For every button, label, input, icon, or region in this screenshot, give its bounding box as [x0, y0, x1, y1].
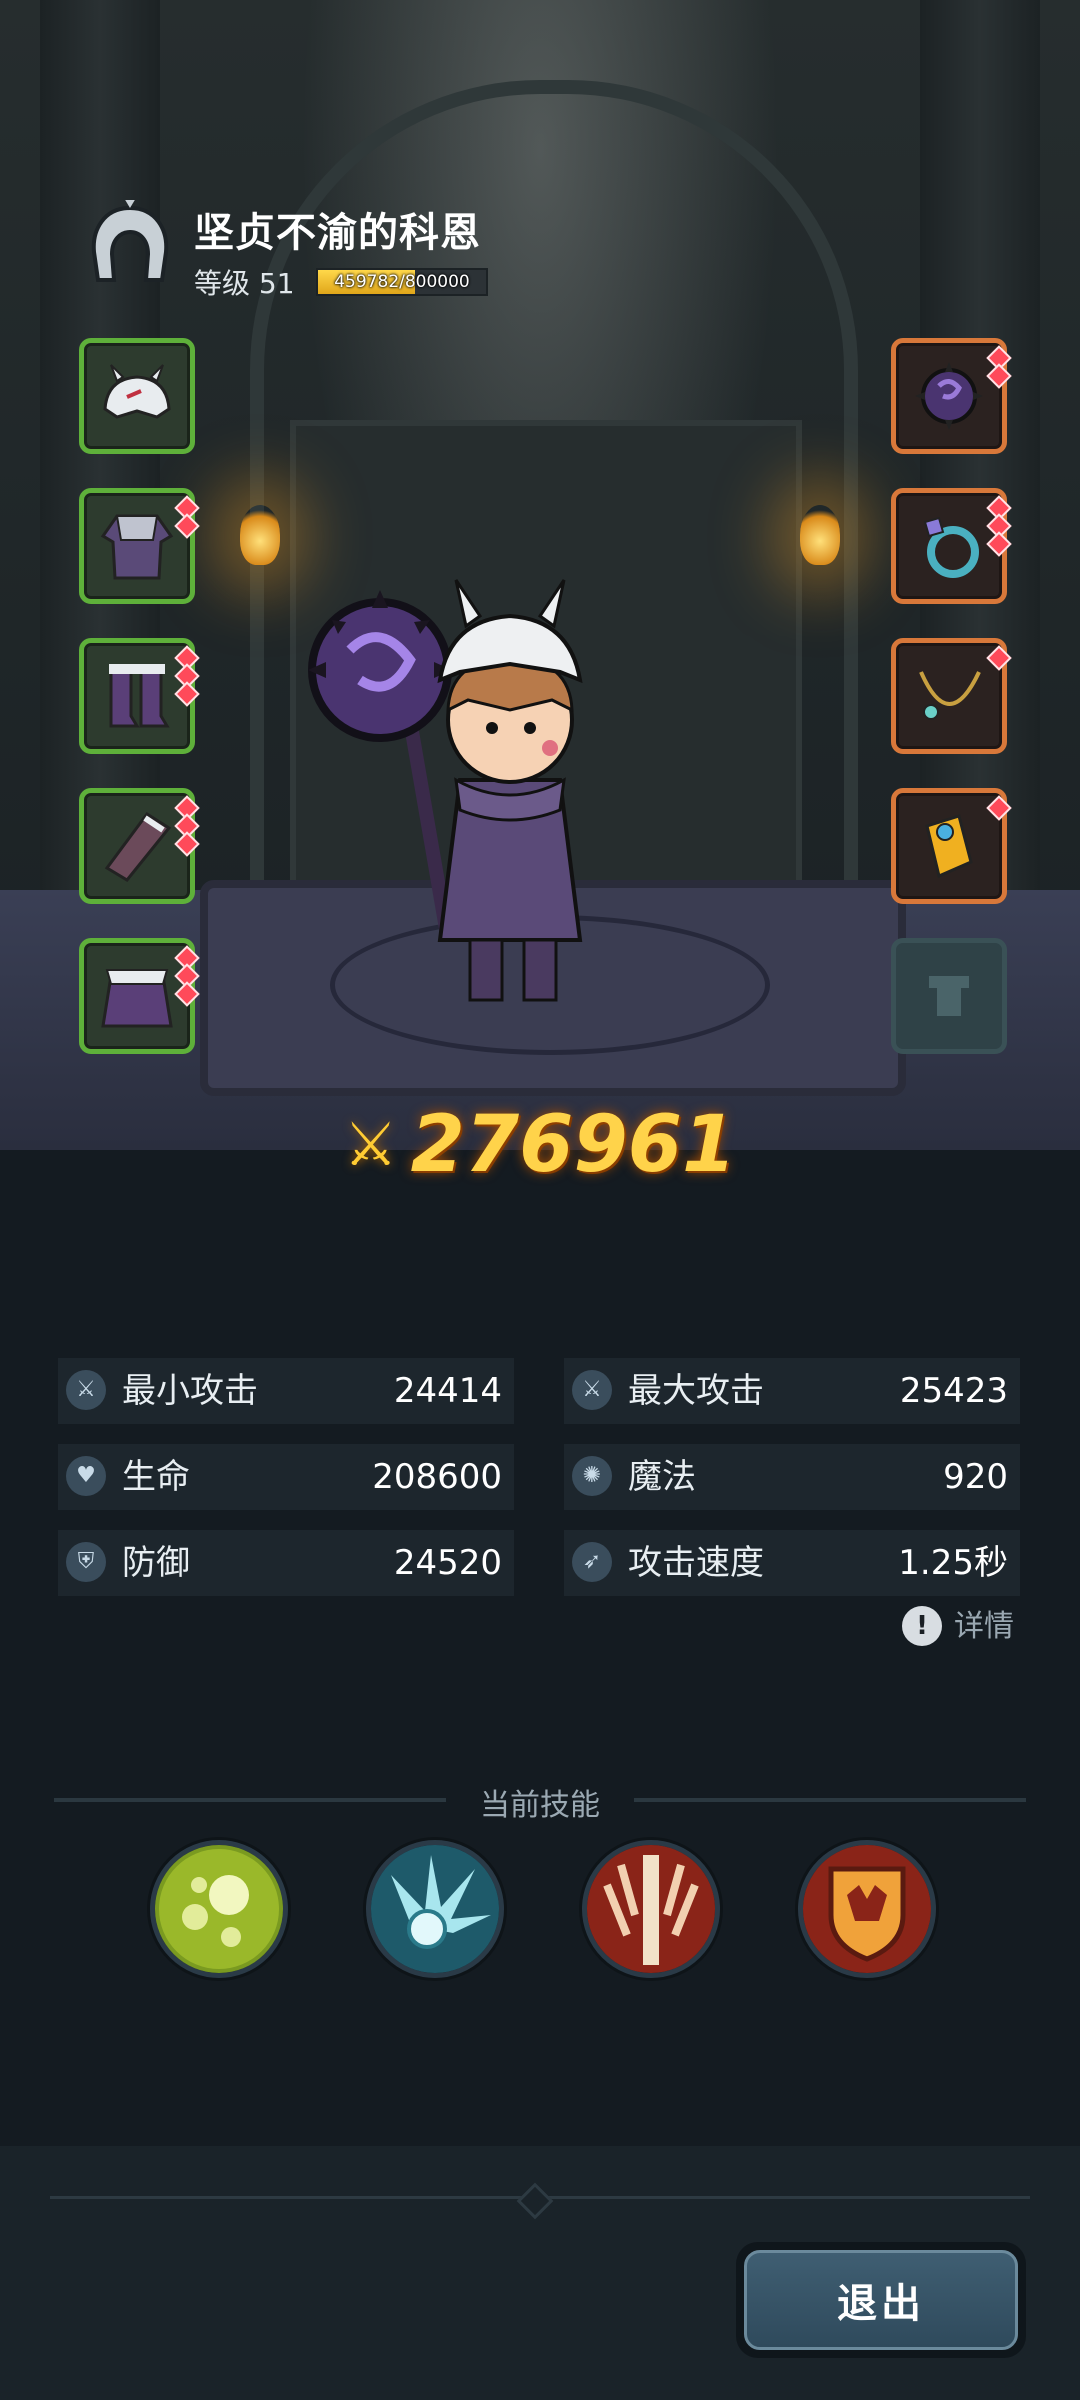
stat-label: 生命 [122, 1457, 190, 1497]
bubbles-skill-icon [155, 1845, 283, 1973]
equip-slot-bracelet[interactable] [891, 788, 1012, 904]
stat-min-attack: ⚔ 最小攻击 24414 [58, 1358, 514, 1424]
skill-slot-4[interactable] [798, 1840, 936, 1978]
details-label: 详情 [954, 1609, 1014, 1644]
equip-slot-armor[interactable] [79, 488, 200, 604]
shield-crest-skill-icon [803, 1845, 931, 1973]
equip-slot-boots[interactable] [79, 638, 200, 754]
equip-slot-ring[interactable] [891, 488, 1012, 604]
stat-label: 最小攻击 [122, 1371, 258, 1411]
stat-attack-speed: ➶ 攻击速度 1.25秒 [564, 1530, 1020, 1596]
stat-value: 24520 [393, 1543, 502, 1583]
class-helmet-icon [91, 200, 169, 282]
torch-right [800, 505, 840, 565]
hero-character [308, 579, 583, 1002]
stat-value: 208600 [372, 1457, 502, 1497]
stat-value: 24414 [393, 1371, 502, 1411]
stat-value: 920 [943, 1457, 1008, 1497]
sword-icon: ⚔ [572, 1370, 612, 1410]
stat-mp: ✺ 魔法 920 [564, 1444, 1020, 1510]
horned-helmet-icon [103, 364, 171, 419]
skill-slot-1[interactable] [150, 1840, 288, 1978]
torch-left [240, 505, 280, 565]
power-value: 276961 [410, 1100, 737, 1190]
heart-icon: ♥ [66, 1456, 106, 1496]
equip-slot-empty[interactable] [891, 938, 1007, 1054]
gauntlet-icon [104, 811, 172, 882]
holy-sword-skill-icon [587, 1845, 715, 1973]
stat-label: 攻击速度 [628, 1543, 764, 1583]
equip-slot-gloves[interactable] [79, 788, 200, 904]
combat-power: ⚔ 276961 [0, 1100, 1080, 1190]
speed-icon: ➶ [572, 1542, 612, 1582]
ring-icon [923, 516, 979, 578]
stat-value: 1.25秒 [898, 1543, 1008, 1583]
stat-defense: ⛨ 防御 24520 [58, 1530, 514, 1596]
stat-label: 防御 [122, 1543, 190, 1583]
stat-value: 25423 [899, 1371, 1008, 1411]
stat-hp: ♥ 生命 208600 [58, 1444, 514, 1510]
exit-label: 退出 [744, 2250, 1018, 2350]
sword-icon: ⚔ [66, 1370, 106, 1410]
stat-label: 最大攻击 [628, 1371, 764, 1411]
skills-title: 当前技能 [480, 1788, 600, 1823]
stat-max-attack: ⚔ 最大攻击 25423 [564, 1358, 1020, 1424]
bracelet-icon [925, 814, 973, 879]
skill-slot-2[interactable] [366, 1840, 504, 1978]
stat-label: 魔法 [628, 1457, 696, 1497]
robe-armor-icon [100, 514, 174, 580]
necklace-icon [919, 671, 981, 720]
frost-burst-skill-icon [371, 1845, 499, 1973]
xp-bar: 459782/800000 [316, 268, 488, 296]
hero-name: 坚贞不渝的科恩 [194, 210, 481, 256]
spiked-orb-icon [915, 362, 983, 430]
power-icon: ⚔ [343, 1110, 398, 1180]
equip-slot-cloak[interactable] [79, 938, 200, 1054]
exclamation-icon: ! [902, 1606, 942, 1646]
xp-text: 459782/800000 [334, 272, 470, 292]
equip-slot-helmet[interactable] [79, 338, 195, 454]
shield-icon: ⛨ [66, 1542, 106, 1582]
empty-slot-icon [929, 976, 969, 1016]
exit-button[interactable]: 退出 [736, 2242, 1026, 2358]
skill-slot-3[interactable] [582, 1840, 720, 1978]
magic-swirl-icon: ✺ [572, 1456, 612, 1496]
boots-icon [109, 664, 170, 728]
hero-level: 等级 51 [194, 267, 295, 300]
cloak-icon [101, 969, 173, 1028]
equip-slot-necklace[interactable] [891, 638, 1012, 754]
equip-slot-weapon[interactable] [891, 338, 1012, 454]
